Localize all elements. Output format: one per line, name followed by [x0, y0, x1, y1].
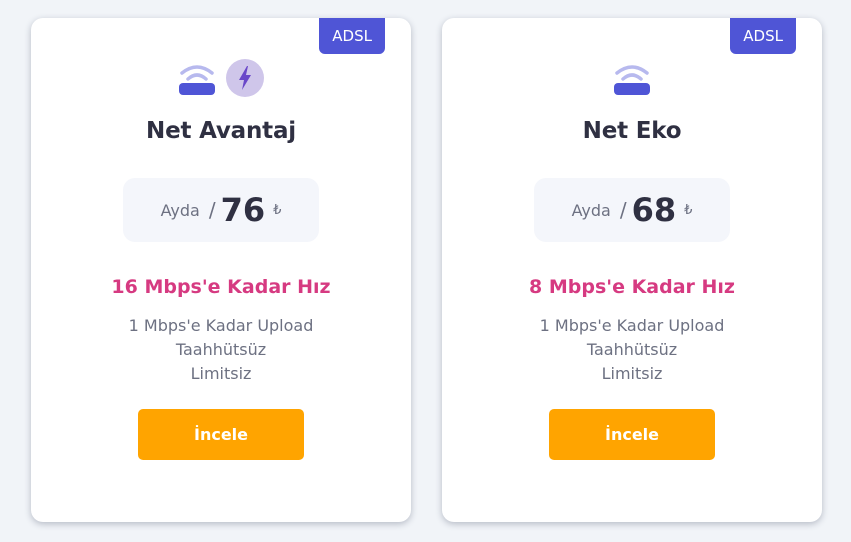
currency-symbol: ₺	[273, 202, 282, 218]
plan-name: Net Avantaj	[146, 118, 296, 144]
wifi-router-icon	[613, 59, 651, 97]
plan-type-badge: ADSL	[730, 18, 796, 54]
feature-item: Limitsiz	[601, 364, 663, 383]
view-plan-button[interactable]: İncele	[549, 409, 715, 460]
price-box: Ayda / 76 ₺	[123, 178, 319, 242]
price-separator: /	[208, 198, 216, 222]
plan-icons	[31, 58, 411, 98]
plan-card: ADSL Net Avantaj Ayda / 76 ₺ 16 Mbps'e K…	[31, 18, 411, 522]
feature-list: 1 Mbps'e Kadar Upload Taahhütsüz Limitsi…	[442, 314, 822, 386]
plans-list: ADSL Net Avantaj Ayda / 76 ₺ 16 Mbps'e K…	[0, 0, 851, 542]
feature-item: Limitsiz	[190, 364, 252, 383]
wifi-router-icon	[178, 59, 216, 97]
plan-card: ADSL Net Eko Ayda / 68 ₺ 8 Mbps'e Kadar …	[442, 18, 822, 522]
plan-speed: 8 Mbps'e Kadar Hız	[529, 276, 735, 298]
feature-item: 1 Mbps'e Kadar Upload	[539, 316, 725, 335]
plan-speed: 16 Mbps'e Kadar Hız	[111, 276, 331, 298]
price-amount: 68	[631, 191, 677, 229]
feature-item: Taahhütsüz	[175, 340, 267, 359]
price-amount: 76	[220, 191, 266, 229]
price-separator: /	[619, 198, 627, 222]
price-period: Ayda	[160, 200, 200, 220]
price-box: Ayda / 68 ₺	[534, 178, 730, 242]
price-period: Ayda	[571, 200, 611, 220]
plan-type-badge: ADSL	[319, 18, 385, 54]
currency-symbol: ₺	[684, 202, 693, 218]
view-plan-button[interactable]: İncele	[138, 409, 304, 460]
feature-item: 1 Mbps'e Kadar Upload	[128, 316, 314, 335]
feature-item: Taahhütsüz	[586, 340, 678, 359]
plan-name: Net Eko	[582, 118, 682, 144]
plan-icons	[442, 58, 822, 98]
feature-list: 1 Mbps'e Kadar Upload Taahhütsüz Limitsi…	[31, 314, 411, 386]
lightning-bolt-icon	[226, 59, 264, 97]
